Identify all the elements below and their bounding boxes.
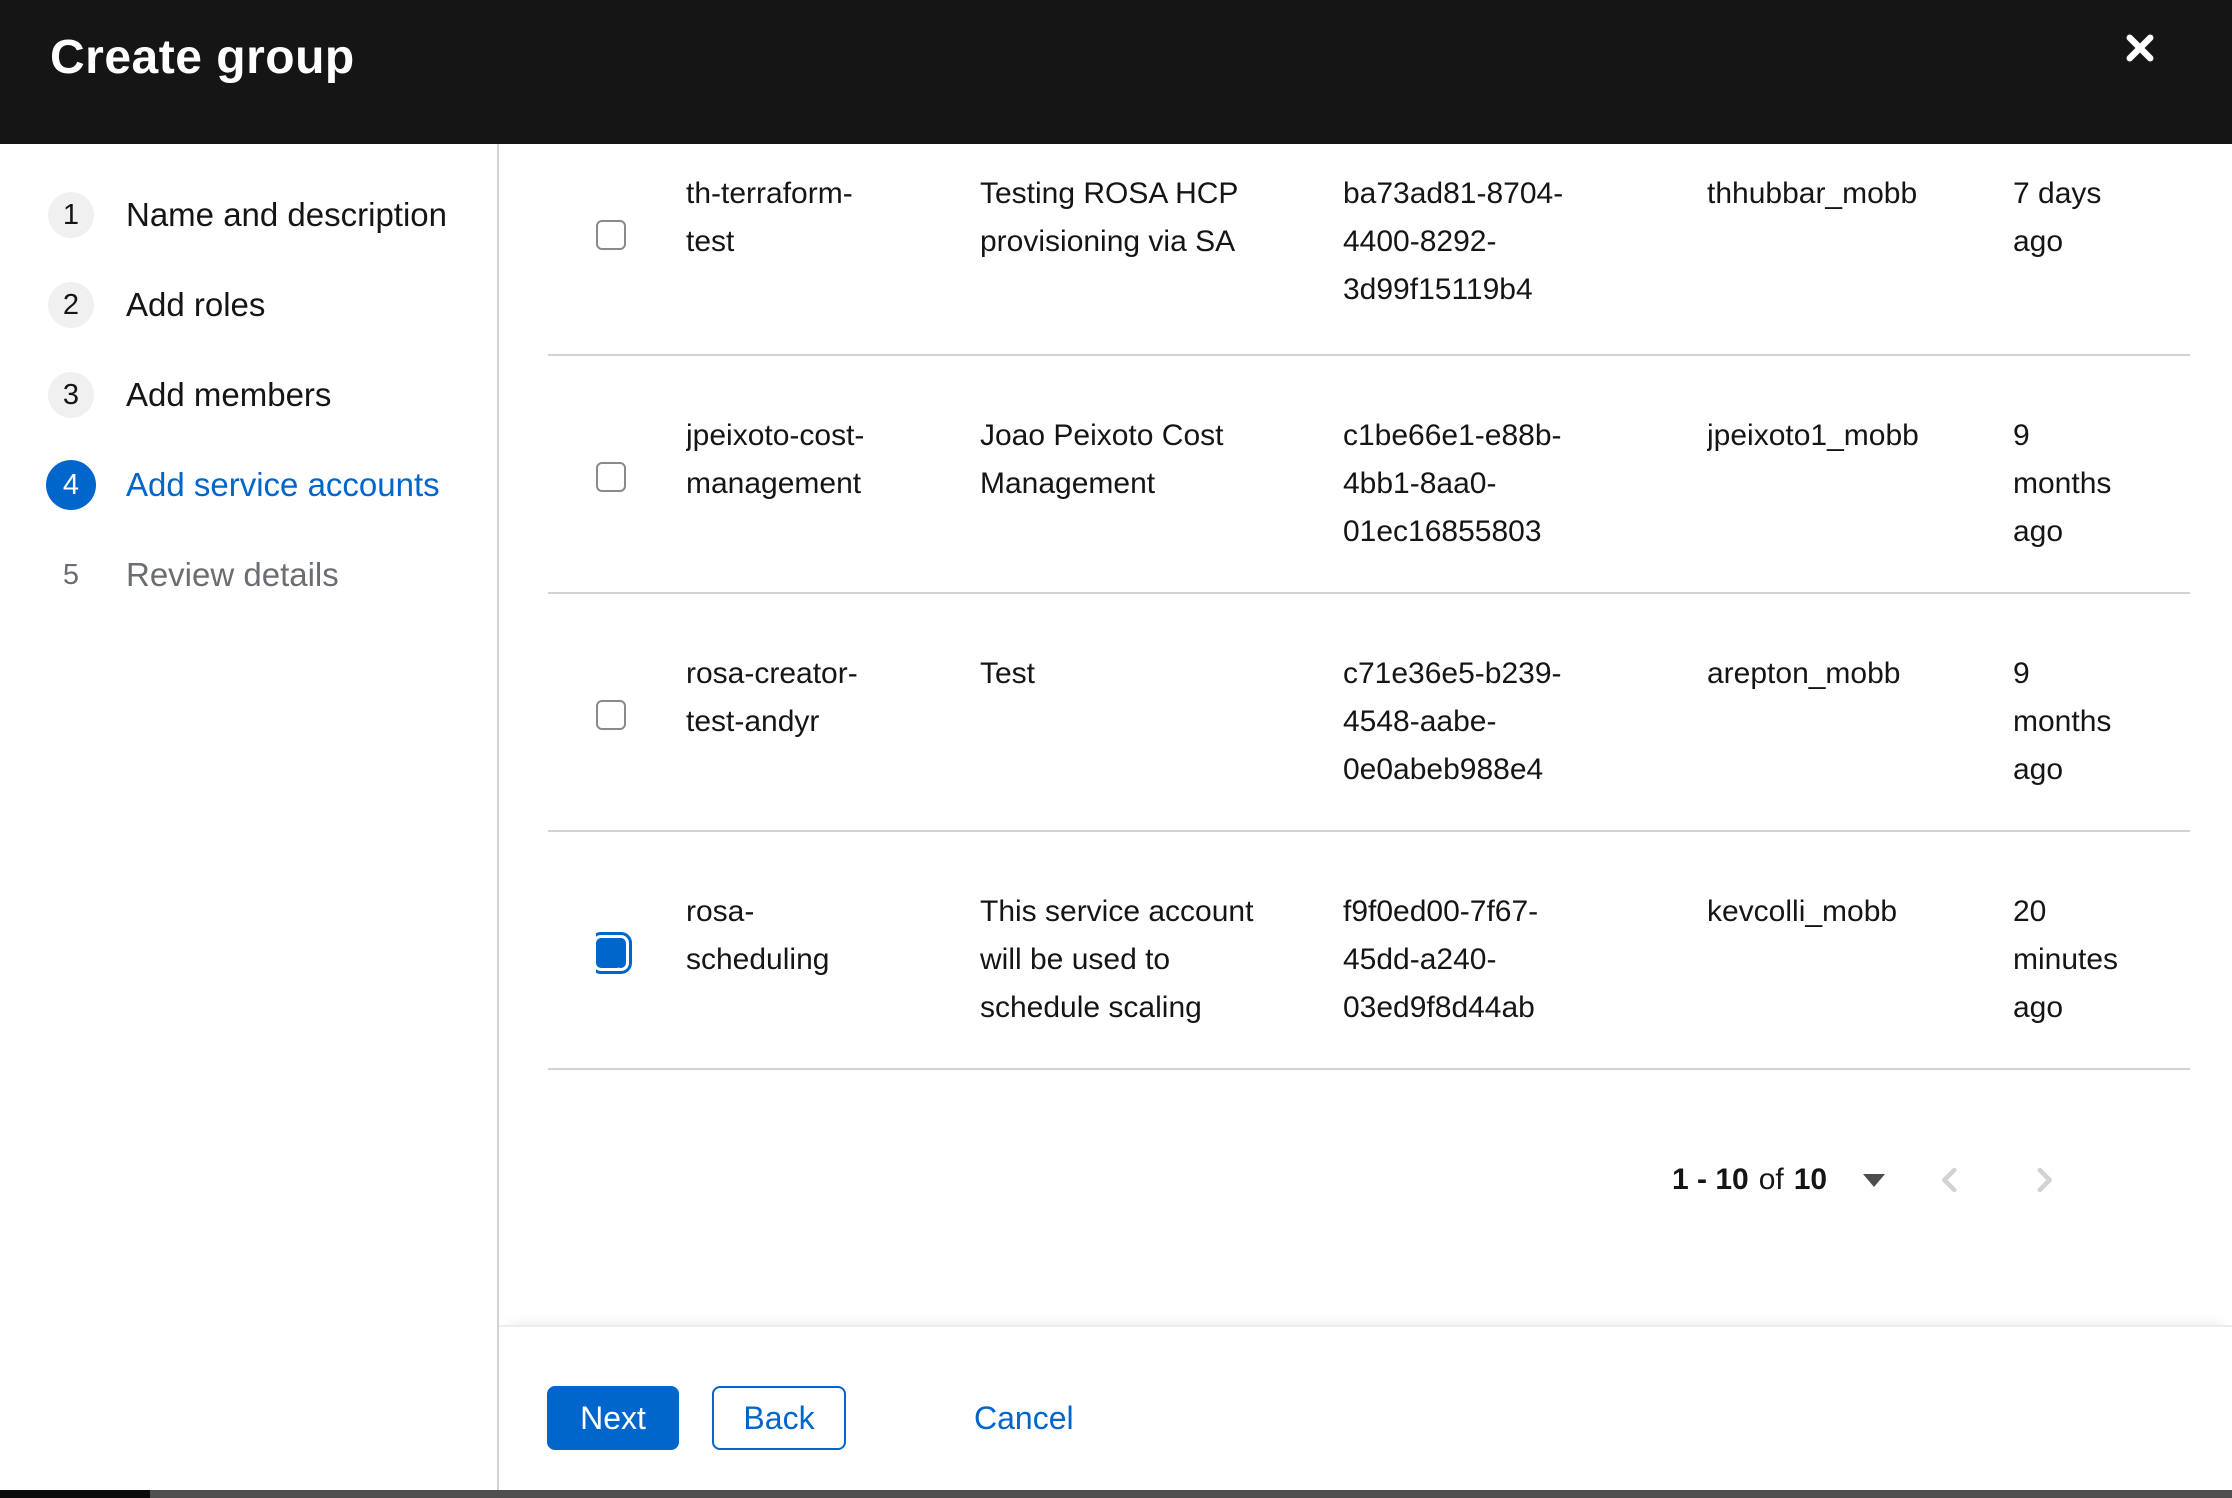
step-label: Add roles [126, 286, 266, 323]
pagination-next-button[interactable] [2014, 1150, 2074, 1210]
pagination-prev-button[interactable] [1920, 1150, 1980, 1210]
cell-owner: kevcolli_mobb [1707, 895, 1898, 928]
cell-name: jpeixoto-cost- management [686, 419, 865, 500]
pagination-range: 1 - 10 [1672, 1163, 1749, 1196]
step-number: 4 [46, 460, 96, 510]
step-label: Name and description [126, 196, 448, 233]
cell-owner: arepton_mobb [1707, 657, 1901, 690]
step-number: 1 [48, 192, 94, 238]
table-row: rosa- scheduling This service account wi… [548, 832, 2190, 1070]
cell-name: rosa-creator- test-andyr [686, 657, 858, 738]
table-row: th-terraform- test Testing ROSA HCP prov… [548, 144, 2190, 356]
cell-created: 9 months ago [2013, 657, 2112, 786]
cell-created: 9 months ago [2013, 419, 2112, 548]
next-button[interactable]: Next [547, 1386, 679, 1450]
step-number: 5 [62, 558, 80, 591]
create-group-modal: Create group 1 Name and description 2 Ad… [0, 0, 2232, 1498]
bottom-edge-dark-segment [0, 1490, 150, 1498]
service-accounts-table: th-terraform- test Testing ROSA HCP prov… [548, 144, 2190, 1070]
step-item-review-details: 5 Review details [48, 550, 497, 600]
step-item-add-service-accounts[interactable]: 4 Add service accounts [46, 460, 497, 510]
chevron-right-icon [2027, 1163, 2061, 1197]
cancel-button[interactable]: Cancel [974, 1386, 1124, 1450]
cell-client-id: f9f0ed00-7f67- 45dd-a240- 03ed9f8d44ab [1343, 895, 1539, 1024]
wizard-nav: 1 Name and description 2 Add roles 3 Add… [0, 144, 499, 1490]
bottom-edge-bar [0, 1490, 2232, 1498]
cell-description: Test [980, 657, 1036, 690]
caret-down-icon [1863, 1173, 1886, 1187]
pagination-menu-toggle[interactable]: 1 - 10 of 10 [1672, 1150, 1886, 1210]
close-button[interactable] [2108, 16, 2172, 80]
pagination-of-label: of [1758, 1163, 1784, 1196]
close-icon [2121, 29, 2159, 67]
cell-created: 20 minutes ago [2013, 895, 2119, 1024]
cell-client-id: ba73ad81-8704- 4400-8292- 3d99f15119b4 [1343, 177, 1564, 306]
step-label: Add service accounts [126, 466, 440, 503]
cell-name: th-terraform- test [686, 177, 853, 258]
row-checkbox[interactable] [596, 700, 626, 730]
service-accounts-panel: th-terraform- test Testing ROSA HCP prov… [499, 144, 2232, 1498]
table-row: rosa-creator- test-andyr Test c71e36e5-b… [548, 594, 2190, 832]
wizard-footer: Next Back Cancel [499, 1325, 2232, 1490]
row-checkbox[interactable] [596, 462, 626, 492]
cell-owner: thhubbar_mobb [1707, 177, 1918, 210]
step-number: 2 [48, 282, 94, 328]
row-checkbox[interactable] [596, 220, 626, 250]
back-button[interactable]: Back [712, 1386, 846, 1450]
cell-client-id: c71e36e5-b239- 4548-aabe- 0e0abeb988e4 [1343, 657, 1562, 786]
cell-owner: jpeixoto1_mobb [1707, 419, 1919, 452]
step-label: Review details [126, 556, 339, 593]
step-label: Add members [126, 376, 332, 413]
check-icon [600, 905, 622, 1001]
step-number: 3 [48, 372, 94, 418]
table-row: jpeixoto-cost- management Joao Peixoto C… [548, 356, 2190, 594]
cell-client-id: c1be66e1-e88b- 4bb1-8aa0- 01ec16855803 [1343, 419, 1562, 548]
chevron-left-icon [1933, 1163, 1967, 1197]
cell-description: This service account will be used to sch… [980, 895, 1254, 1024]
cell-description: Testing ROSA HCP provisioning via SA [980, 177, 1239, 258]
pagination-total: 10 [1793, 1163, 1828, 1196]
step-item-add-members[interactable]: 3 Add members [48, 370, 497, 420]
step-item-name-description[interactable]: 1 Name and description [48, 190, 497, 240]
modal-title: Create group [50, 31, 355, 84]
cell-description: Joao Peixoto Cost Management [980, 419, 1224, 500]
row-checkbox[interactable] [596, 932, 632, 984]
modal-header: Create group [0, 0, 2232, 144]
step-item-add-roles[interactable]: 2 Add roles [48, 280, 497, 330]
cell-created: 7 days ago [2013, 177, 2102, 258]
cell-name: rosa- scheduling [686, 895, 830, 976]
